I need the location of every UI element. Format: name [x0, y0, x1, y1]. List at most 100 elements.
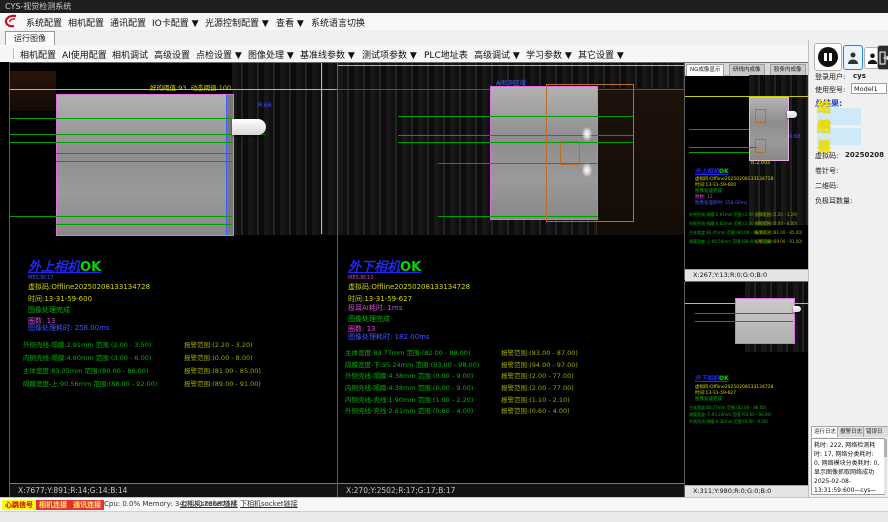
- tool-plc-address[interactable]: PLC地址表: [424, 48, 468, 61]
- camera-name: 外上相机: [695, 168, 719, 175]
- overlay-line: [695, 321, 793, 322]
- virtual-code-value: 20250208: [845, 151, 884, 159]
- threshold-overlay-label: 好的阈值:93, 动态阈值:100: [150, 85, 231, 92]
- pause-icon: [818, 47, 838, 67]
- menu-item-light-config[interactable]: 光源控制配置 ▼: [205, 16, 269, 29]
- time-line: 时间:13-31-59-600: [28, 296, 92, 304]
- measurement-text: 主体宽度:83.77mm 范围:(82.00 - 88.00): [689, 406, 766, 410]
- measurement-text: 主体宽度:83.05mm 范围:(80.00 - 86.00): [23, 368, 148, 375]
- toolbar: 相机配置 AI使用配置 相机调试 高级设置 点检设置 ▼ 图像处理 ▼ 基准线参…: [0, 45, 888, 63]
- overlay-line: [689, 147, 757, 148]
- alarm-range-text: 报警范围:(0.00 - 8.00): [184, 355, 253, 362]
- model-label: 使用型号:: [815, 85, 845, 95]
- coords-text: X:311;Y:980;R:0;G:0;B:0: [693, 487, 771, 495]
- menu-item-comm-config[interactable]: 通讯配置: [110, 16, 146, 29]
- overlay-line: [56, 224, 232, 225]
- menu-item-language-switch[interactable]: 系统语言切换: [311, 16, 365, 29]
- tab-error-log[interactable]: 错误日志: [863, 426, 888, 437]
- camera-name: 外上相机: [28, 260, 80, 275]
- reflection-glint: [582, 163, 592, 177]
- tool-camera-config[interactable]: 相机配置: [20, 48, 56, 61]
- menu-item-system-config[interactable]: 系统配置: [26, 16, 62, 29]
- pixel-coordinate-readout: X:7677;Y:891;R:14;G:14;B:14: [10, 483, 337, 497]
- measurement-text: 外侧壳线-壳线:2.61mm 范围:(0.60 - 4.00): [345, 408, 473, 415]
- overlay-line: [338, 65, 685, 66]
- ai-detection-subrect: [755, 109, 766, 123]
- coords-text: X:267;Y:13;R:0;G:0;B:0: [693, 271, 767, 279]
- tool-camera-debug[interactable]: 相机调试: [112, 48, 148, 61]
- tool-test-params[interactable]: 测试项参数 ▼: [362, 48, 417, 61]
- tool-advanced-debug[interactable]: 高级调试 ▼: [474, 48, 520, 61]
- radius-tag: R:68: [789, 135, 800, 141]
- window-title: CYS-视觉检测系统: [5, 2, 71, 11]
- overlay-line: [10, 216, 232, 217]
- tab-alarm-log[interactable]: 报警日志: [837, 426, 865, 437]
- log-output: 耗时: 222, 网络检测耗时: 17, 网络分类耗时: 0, 网络模块分类耗时…: [811, 438, 885, 495]
- lower-camera-socket-link[interactable]: 下相机socket链接: [240, 501, 298, 509]
- menu-item-io-config[interactable]: IO卡配置 ▼: [152, 16, 199, 29]
- camera-title: 外上相机OK: [695, 169, 729, 176]
- toolbar-grip[interactable]: [13, 48, 15, 59]
- alarm-range-text: 报警范围:(81.00 - 85.00): [184, 368, 261, 375]
- alarm-range-text: 报警范围:(2.20 - 3.20): [755, 213, 797, 217]
- measurement-text: 外侧壳线-隔膜:4.38mm 范围:(0.00 - 9.00): [345, 373, 473, 380]
- overlay-line: [321, 63, 322, 234]
- alarm-range-text: 报警范围:(83.00 - 87.00): [501, 350, 578, 357]
- alarm-range-text: 报警范围:(1.10 - 2.10): [501, 397, 570, 404]
- tool-advanced-settings[interactable]: 高级设置: [154, 48, 190, 61]
- tab-ng-display[interactable]: NG成像显示: [686, 64, 724, 76]
- menu-bar: 系统配置 相机配置 通讯配置 IO卡配置 ▼ 光源控制配置 ▼ 查看 ▼ 系统语…: [0, 13, 888, 31]
- result-display-lower: 结 果: [817, 128, 861, 145]
- winding-pin-label: 卷针号:: [815, 166, 838, 176]
- alarm-range-text: 报警范围:(2.00 - 77.00): [501, 385, 574, 392]
- pixel-coordinate-readout: X:267;Y:13;R:0;G:0;B:0: [685, 269, 810, 281]
- measurement-text: 主体宽度:83.77mm 范围:(82.00 - 88.00): [345, 350, 470, 357]
- login-user-value: cys: [853, 72, 866, 80]
- measurement-text: 隔膜宽度-上:90.56mm 范围:(88.00 - 92.00): [23, 381, 157, 388]
- log-scrollbar-thumb[interactable]: [884, 439, 887, 457]
- pause-button[interactable]: [814, 43, 842, 71]
- overlay-line: [685, 96, 811, 97]
- tool-ai-config[interactable]: AI使用配置: [62, 48, 107, 61]
- camera-name: 外下相机: [348, 260, 400, 275]
- comm-status-badge: 通讯连接: [70, 500, 104, 510]
- result-ok-label: OK: [80, 260, 101, 275]
- secondary-preview-panel: 外下相机OK 虚拟码:Offline20250208133134728 时间:1…: [684, 281, 810, 497]
- tab-run-log[interactable]: 运行日志: [811, 426, 839, 437]
- tool-baseline-params[interactable]: 基准线参数 ▼: [300, 48, 355, 61]
- user-login-button[interactable]: [843, 45, 863, 70]
- alarm-range-text: 报警范围:(94.00 - 97.00): [501, 362, 578, 369]
- tool-other-settings[interactable]: 其它设置 ▼: [578, 48, 624, 61]
- qr-code-label: 二维码:: [815, 181, 838, 191]
- virtual-code-label: 虚拟码:: [815, 151, 838, 161]
- radius-tag: R:66: [258, 103, 272, 110]
- exit-door-icon: [879, 51, 888, 65]
- menu-item-camera-config[interactable]: 相机配置: [68, 16, 104, 29]
- tool-image-processing[interactable]: 图像处理 ▼: [248, 48, 294, 61]
- alarm-range-text: 报警范围:(81.00 - 85.00): [755, 231, 802, 235]
- camera-title: 外上相机OK: [28, 261, 101, 275]
- ai-elapsed-line: 极耳AI耗时: 1ms: [348, 305, 402, 313]
- menu-item-view[interactable]: 查看 ▼: [276, 16, 304, 29]
- battery-photo[interactable]: [56, 94, 234, 236]
- ai-detection-subrect: [560, 141, 580, 165]
- tool-spot-check[interactable]: 点检设置 ▼: [196, 48, 242, 61]
- tab-run-image[interactable]: 运行图像: [5, 31, 55, 45]
- exit-button[interactable]: [877, 45, 888, 70]
- alarm-range-text: 报警范围:(2.00 - 77.00): [501, 373, 574, 380]
- upper-camera-socket-link[interactable]: 上相机socket链接: [180, 501, 238, 509]
- alarm-range-text: 报警范围:(0.00 - 8.00): [755, 222, 797, 226]
- model-value-box[interactable]: Model1: [851, 83, 887, 94]
- measurement-text: 内侧壳线-隔膜:4.38mm 范围:(0.00 - 9.00): [345, 385, 473, 392]
- alarm-range-text: 报警范围:(89.00 - 91.00): [184, 381, 261, 388]
- measurement-text: 内侧壳线-隔膜:4.60mm 范围:(3.00 - 6.00): [23, 355, 151, 362]
- elapsed-line: 图像处理耗时: 182.00ms: [348, 334, 430, 342]
- measurement-text: 外侧壳线-隔膜:4.38mm 范围:(0.00 - 9.00): [689, 420, 768, 424]
- mes-tag: MES:BC10: [348, 276, 374, 282]
- separator-tab-blob: [787, 111, 797, 118]
- ai-detection-subrect: [755, 139, 766, 153]
- width-tag: B:2.805: [751, 161, 770, 167]
- title-bar[interactable]: CYS-视觉检测系统: [0, 0, 888, 13]
- tool-learning-params[interactable]: 学习参数 ▼: [526, 48, 572, 61]
- coords-text: X:270;Y:2502;R:17;G:17;B:17: [346, 486, 455, 495]
